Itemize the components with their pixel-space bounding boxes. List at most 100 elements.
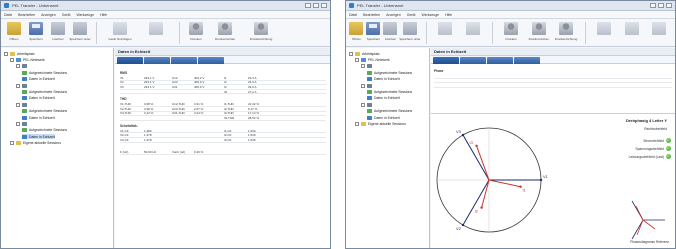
tab-4[interactable] (198, 57, 224, 64)
tree-item[interactable]: Daten in Echtzeit (22, 96, 55, 101)
menu-edit[interactable]: Bearbeiten (18, 13, 35, 17)
tree-item[interactable]: Aufgezeichnete Sessions (367, 89, 412, 94)
minimize-button[interactable] (305, 3, 311, 8)
open-button[interactable]: Öffnen (4, 22, 24, 41)
expand-toggle[interactable] (355, 57, 359, 62)
tab-3[interactable] (487, 57, 513, 64)
table-cell: 1,533 (248, 133, 256, 138)
expand-toggle[interactable] (16, 102, 20, 107)
tree-item[interactable]: Daten in Echtzeit (22, 115, 55, 120)
print-setup-button[interactable]: Druckeinrichtung (244, 22, 278, 41)
save-as-button[interactable]: Speichern unter (399, 22, 421, 41)
save-button[interactable]: Speichern (366, 22, 381, 41)
tree-item[interactable]: Aufgezeichnete Sessions (22, 128, 67, 133)
expand-toggle[interactable] (16, 64, 20, 69)
table-cell: 2,07 % (194, 106, 204, 111)
tab-1[interactable] (433, 57, 459, 64)
tree-item[interactable] (16, 64, 29, 69)
gray-button[interactable] (592, 22, 617, 37)
menu-view[interactable]: Anzeigen (41, 13, 56, 17)
expand-toggle[interactable] (4, 51, 8, 56)
tree-item[interactable]: Arbeitsplatz (349, 51, 380, 56)
tree-item[interactable]: Aufgezeichnete Sessions (367, 70, 412, 75)
delete-button[interactable]: Löschen (383, 22, 398, 41)
folder-icon (16, 141, 21, 146)
device-button[interactable] (139, 22, 173, 37)
add-device-button[interactable] (433, 22, 458, 37)
measurement-table: RMS V1 233,1 V U12 404,2 V I1 23,3 A V2 233,1 VU… (120, 68, 326, 156)
table-cell: I3-CF (224, 137, 232, 142)
tree-item[interactable]: PEL-Netzwerk (10, 57, 45, 62)
session-icon (22, 89, 27, 94)
tree-item[interactable]: Arbeitsplatz (4, 51, 35, 56)
print-button[interactable]: Drucken (186, 22, 206, 41)
menu-device[interactable]: Gerät (62, 13, 71, 17)
tree-item[interactable]: Daten in Echtzeit (367, 115, 400, 120)
expand-toggle[interactable] (16, 121, 20, 126)
print-setup-button[interactable]: Druckeinrichtung (553, 22, 578, 41)
menu-device[interactable]: Gerät (407, 13, 416, 17)
close-button[interactable] (666, 3, 672, 8)
save-as-button[interactable]: Speichern unter (69, 22, 91, 41)
menu-tools[interactable]: Werkzeuge (421, 13, 439, 17)
tab-2[interactable] (144, 57, 170, 64)
tree-item[interactable]: Daten in Echtzeit (367, 96, 400, 101)
device-icon (367, 64, 372, 69)
menu-file[interactable]: Datei (349, 13, 357, 17)
print-preview-button[interactable]: Druckvorschau (526, 22, 551, 41)
add-device-button[interactable]: Gerät hinzufügen (103, 22, 137, 41)
gray-button[interactable] (646, 22, 671, 37)
tree-item[interactable]: Aufgezeichnete Sessions (367, 109, 412, 114)
menu-help[interactable]: Hilfe (445, 13, 452, 17)
gray-button[interactable] (619, 22, 644, 37)
print-preview-button[interactable]: Druckvorschau (208, 22, 242, 41)
tree-item[interactable]: Aufgezeichnete Sessions (22, 109, 67, 114)
tree-item[interactable] (16, 121, 29, 126)
tab-4[interactable] (514, 57, 540, 64)
expand-toggle[interactable] (361, 64, 365, 69)
tree-item[interactable]: Daten in Echtzeit (367, 77, 400, 82)
expand-toggle[interactable] (361, 83, 365, 88)
folder-button[interactable]: Öffnen (349, 22, 364, 41)
maximize-button[interactable] (658, 3, 664, 8)
tree-item-label: Aufgezeichnete Sessions (29, 128, 68, 133)
minimize-button[interactable] (650, 3, 656, 8)
table-cell: V1-THD (120, 102, 131, 107)
expand-toggle[interactable] (16, 83, 20, 88)
tree-item[interactable]: PEL-Netzwerk (355, 57, 390, 62)
expand-toggle[interactable] (10, 57, 14, 62)
table-cell: I3-THD (224, 111, 234, 116)
tab-3[interactable] (171, 57, 197, 64)
tab-2[interactable] (460, 57, 486, 64)
device-button[interactable] (460, 22, 485, 37)
table-cell: 3,08 % (144, 102, 154, 107)
expand-toggle[interactable] (10, 141, 14, 146)
tree-item[interactable] (16, 102, 29, 107)
expand-toggle[interactable] (355, 121, 359, 126)
session-icon (22, 109, 27, 114)
tree-item[interactable] (361, 102, 374, 107)
menu-view[interactable]: Anzeigen (386, 13, 401, 17)
tree-item[interactable]: Aufgezeichnete Sessions (22, 89, 67, 94)
tree-item[interactable] (16, 83, 29, 88)
save-button[interactable]: Speichern (26, 22, 46, 41)
menu-file[interactable]: Datei (4, 13, 12, 17)
tree-item[interactable] (361, 64, 374, 69)
maximize-button[interactable] (313, 3, 319, 8)
tree-item[interactable]: Daten in Echtzeit (22, 77, 55, 82)
menu-tools[interactable]: Werkzeuge (76, 13, 94, 17)
tree-item[interactable]: Aufgezeichnete Sessions (22, 70, 67, 75)
expand-toggle[interactable] (361, 102, 365, 107)
tree-item[interactable]: Eigene aktuelle Sessions (355, 121, 406, 126)
menu-help[interactable]: Hilfe (100, 13, 107, 17)
expand-toggle[interactable] (349, 51, 353, 56)
table-cell: U31 (172, 84, 178, 89)
print-button[interactable]: Drucken (498, 22, 523, 41)
tab-1[interactable] (117, 57, 143, 64)
tree-item[interactable]: Eigene aktuelle Sessions (10, 141, 61, 146)
delete-button[interactable]: Löschen (48, 22, 68, 41)
menu-edit[interactable]: Bearbeiten (363, 13, 380, 17)
close-button[interactable] (321, 3, 327, 8)
tree-item[interactable]: Daten in Echtzeit (22, 134, 55, 140)
tree-item[interactable] (361, 83, 374, 88)
